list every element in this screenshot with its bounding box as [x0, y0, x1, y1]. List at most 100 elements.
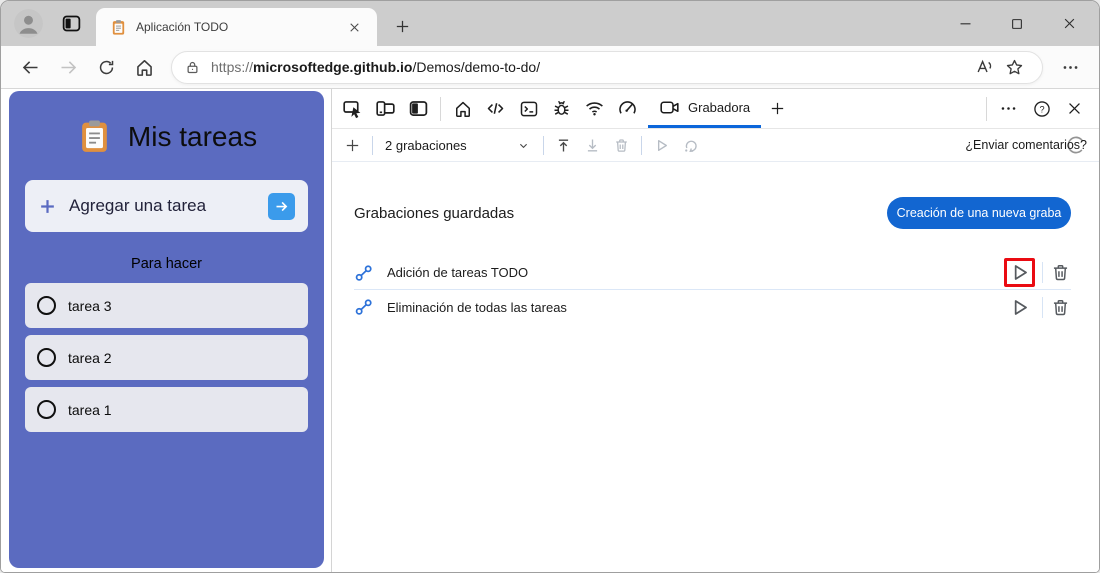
divider: [543, 135, 544, 155]
task-item[interactable]: tarea 3: [25, 283, 308, 328]
todo-list-title: Para hacer: [131, 256, 202, 272]
back-arrow-icon: [22, 60, 37, 74]
add-task-submit-button[interactable]: [268, 192, 295, 220]
play-icon: [1014, 265, 1027, 280]
create-new-recording-button[interactable]: Creación de una nueva graba: [887, 197, 1071, 229]
refresh-button[interactable]: [87, 49, 125, 85]
delete-recording-button[interactable]: [1050, 262, 1071, 283]
replay-arrow-icon: [685, 140, 697, 152]
devtools-elements-tab[interactable]: [479, 89, 512, 128]
clipboard-favicon-icon: [112, 19, 125, 35]
back-button[interactable]: [11, 49, 49, 85]
url-text: https://microsoftedge.github.io/Demos/de…: [211, 59, 540, 75]
page-title: Mis tareas: [127, 120, 258, 152]
task-label: tarea 3: [68, 297, 112, 314]
inspect-element-button[interactable]: [336, 89, 369, 128]
play-button-wrap: [1004, 293, 1035, 322]
devtools-console-tab[interactable]: [512, 89, 545, 128]
delete-recording-button[interactable]: [607, 131, 636, 159]
trash-icon: [1053, 265, 1068, 281]
devtools-panel: Grabadora ? 2 grabaciones ¿Enviar coment…: [331, 89, 1099, 572]
send-feedback-link[interactable]: ¿Enviar comentarios?: [965, 134, 1093, 156]
devtools-recorder-tab[interactable]: Grabadora: [648, 89, 762, 128]
recording-row[interactable]: Eliminación de todas las tareas: [354, 290, 1071, 324]
recordings-list: Adición de tareas TODO Eliminación de to…: [354, 256, 1071, 324]
devtools-welcome-tab[interactable]: [446, 89, 479, 128]
plus-icon: [396, 20, 408, 32]
replay-button[interactable]: [647, 131, 676, 159]
import-icon: [558, 139, 569, 152]
recording-row[interactable]: Adición de tareas TODO: [354, 256, 1071, 290]
devtools-performance-tab[interactable]: [611, 89, 644, 128]
plus-icon: [41, 199, 54, 213]
home-icon: [455, 101, 470, 117]
inspect-icon: [343, 101, 361, 119]
measure-replay-button[interactable]: [676, 131, 705, 159]
minimize-button[interactable]: [939, 1, 991, 46]
star-icon: [1006, 59, 1022, 74]
maximize-button[interactable]: [991, 1, 1043, 46]
devtools-close-button[interactable]: [1058, 89, 1091, 128]
home-button[interactable]: [125, 49, 163, 85]
export-recording-button[interactable]: [578, 131, 607, 159]
close-window-button[interactable]: [1043, 1, 1095, 46]
close-icon: [1069, 103, 1080, 114]
device-emulation-icon: [376, 101, 395, 116]
add-task-input[interactable]: Agregar una tarea: [25, 180, 308, 232]
send-feedback-label: ¿Enviar comentarios?: [965, 138, 1087, 152]
minimize-icon: [960, 23, 970, 25]
delete-recording-button[interactable]: [1050, 297, 1071, 318]
play-recording-button[interactable]: [1008, 296, 1031, 319]
profile-avatar[interactable]: [14, 9, 43, 38]
devtools-debugger-tab[interactable]: [545, 89, 578, 128]
code-icon: [487, 103, 504, 114]
todo-header: Mis tareas: [25, 91, 308, 155]
add-task-label: Agregar una tarea: [69, 196, 207, 215]
webpage-area: Mis tareas Agregar una tarea Para hacer …: [1, 89, 331, 572]
play-icon: [1014, 299, 1027, 315]
devtools-customize-button[interactable]: [992, 89, 1025, 128]
add-recording-button[interactable]: [338, 131, 367, 159]
task-item[interactable]: tarea 2: [25, 335, 308, 380]
recording-row-controls: [1004, 293, 1071, 322]
task-checkbox[interactable]: [37, 348, 56, 367]
plus-icon: [771, 102, 784, 115]
address-bar[interactable]: https://microsoftedge.github.io/Demos/de…: [171, 50, 1043, 84]
tab-actions-menu-icon[interactable]: [59, 11, 84, 36]
task-item[interactable]: tarea 1: [25, 387, 308, 432]
read-aloud-button[interactable]: [969, 52, 999, 82]
lock-icon: [185, 60, 200, 75]
titlebar: Aplicación TODO: [1, 1, 1099, 46]
right-arrow-icon: [276, 201, 288, 211]
download-icon: [587, 138, 598, 151]
task-checkbox[interactable]: [37, 400, 56, 419]
divider: [440, 96, 441, 121]
settings-more-button[interactable]: [1051, 49, 1089, 85]
activity-bar-button[interactable]: [402, 89, 435, 128]
devtools-network-tab[interactable]: [578, 89, 611, 128]
devtools-help-button[interactable]: ?: [1025, 89, 1058, 128]
read-aloud-icon: [977, 59, 992, 73]
ellipsis-icon: [1001, 107, 1016, 110]
task-checkbox[interactable]: [37, 296, 56, 315]
device-emulation-button[interactable]: [369, 89, 402, 128]
browser-tab[interactable]: Aplicación TODO: [96, 8, 377, 46]
todo-app-card: Mis tareas Agregar una tarea Para hacer …: [9, 91, 324, 568]
user-flow-icon: [354, 263, 374, 283]
browser-toolbar: https://microsoftedge.github.io/Demos/de…: [1, 46, 1099, 89]
favorites-star-button[interactable]: [999, 52, 1029, 82]
import-recording-button[interactable]: [549, 131, 578, 159]
help-icon: ?: [1033, 100, 1050, 117]
divider: [1042, 262, 1043, 283]
recorder-tab-label: Grabadora: [688, 99, 751, 115]
forward-button[interactable]: [49, 49, 87, 85]
devtools-more-tabs-button[interactable]: [761, 89, 794, 128]
divider: [986, 96, 987, 121]
tab-close-icon[interactable]: [341, 14, 367, 40]
new-tab-button[interactable]: [388, 12, 416, 40]
play-recording-button[interactable]: [1008, 261, 1031, 284]
saved-recordings-header: Grabaciones guardadas Creación de una nu…: [354, 197, 1071, 229]
recordings-dropdown[interactable]: 2 grabaciones: [378, 138, 538, 153]
play-icon: [657, 139, 667, 151]
content-area: Mis tareas Agregar una tarea Para hacer …: [1, 89, 1099, 572]
